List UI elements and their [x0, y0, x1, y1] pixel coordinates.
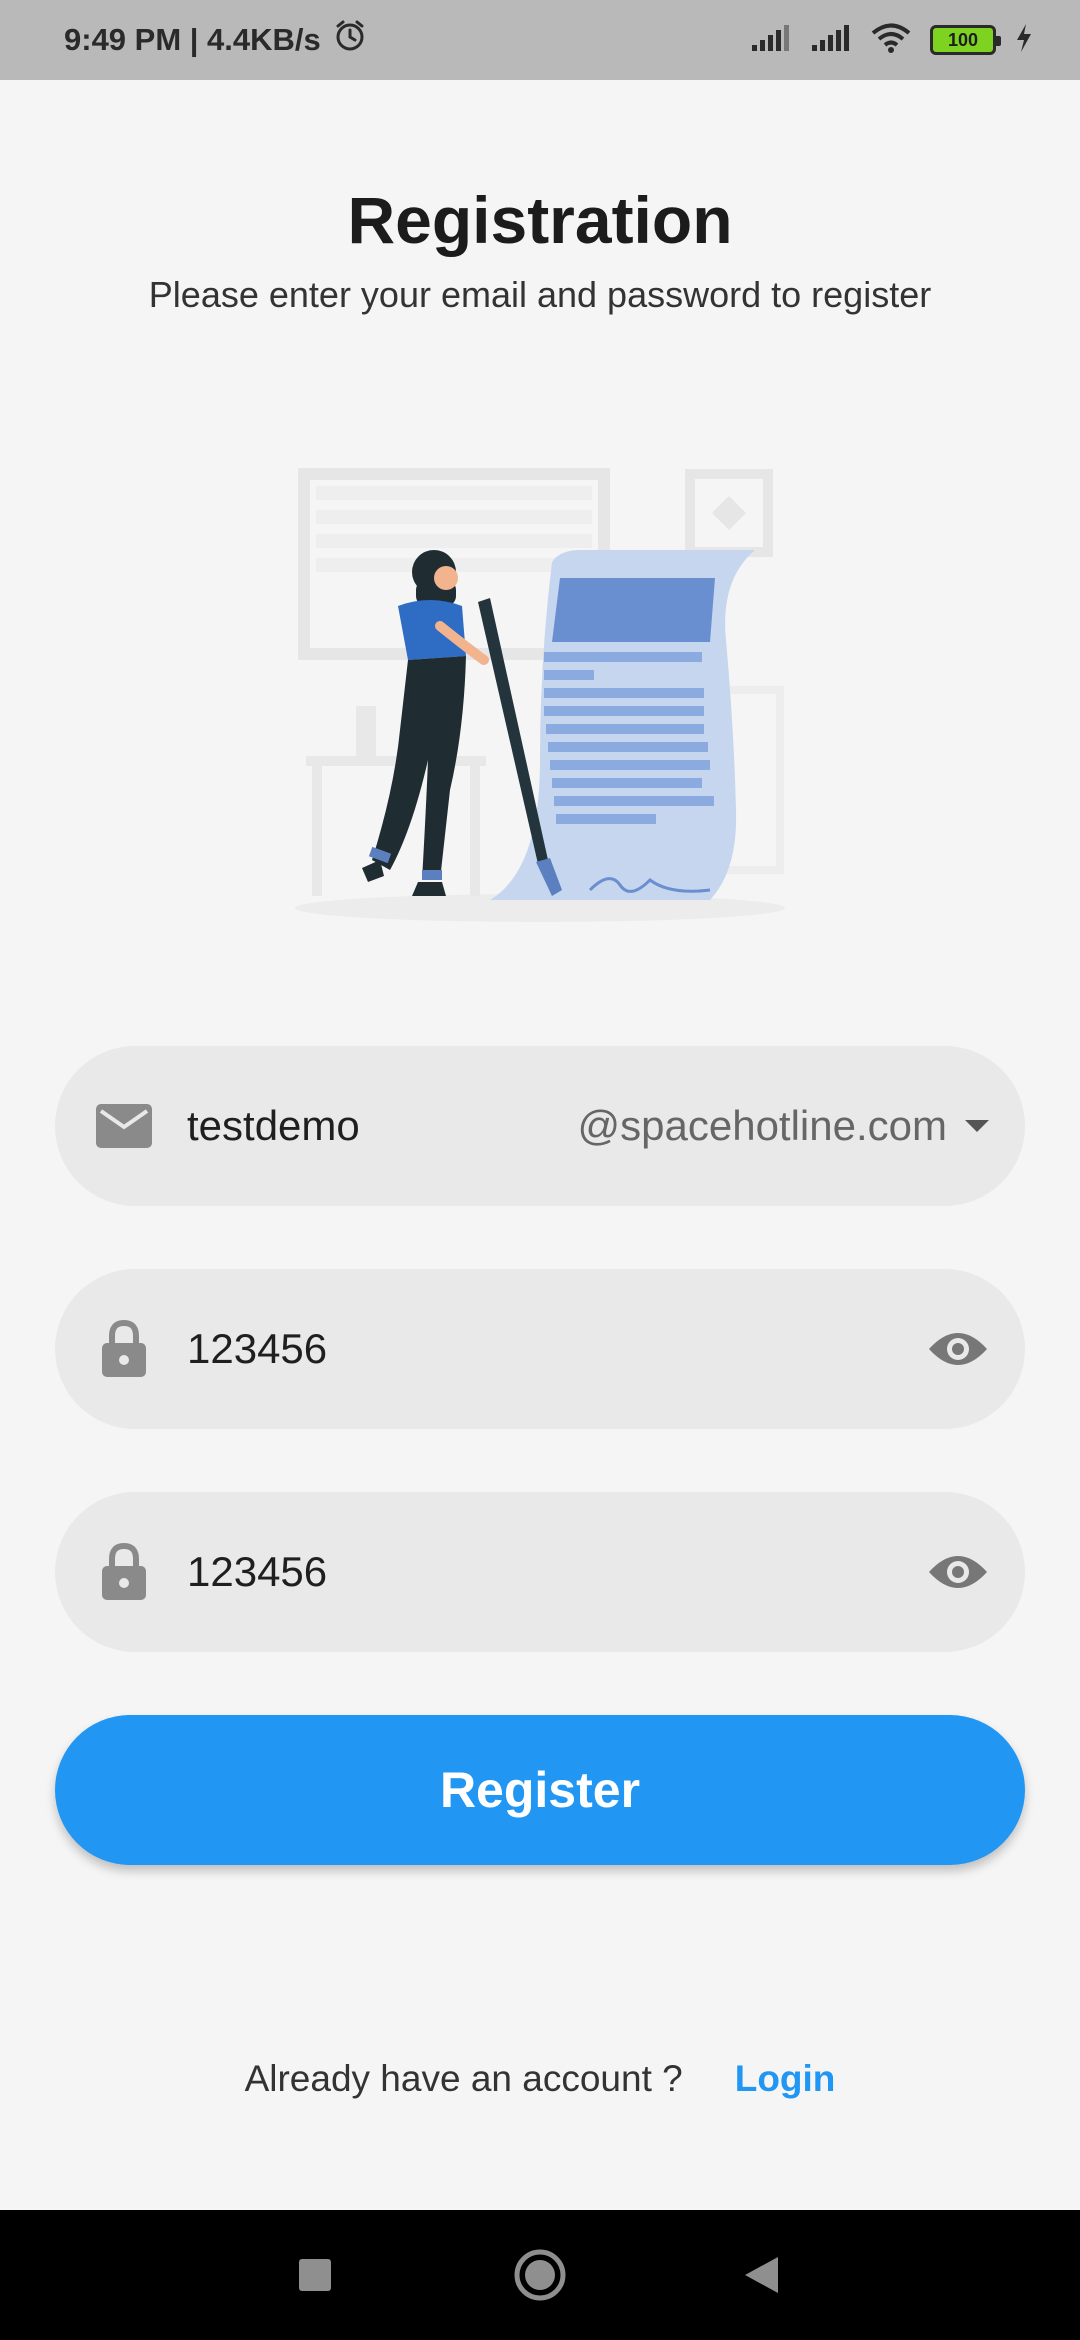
login-link[interactable]: Login [735, 2058, 836, 2100]
login-question: Already have an account ? [244, 2058, 683, 2099]
time-and-speed: 9:49 PM | 4.4KB/s [64, 22, 321, 57]
email-field[interactable]: testdemo @spacehotline.com [55, 1046, 1025, 1206]
signal-icon [810, 23, 852, 58]
registration-illustration [290, 430, 800, 930]
login-prompt: Already have an account ? Login [0, 2058, 1080, 2100]
status-left: 9:49 PM | 4.4KB/s [64, 19, 367, 61]
charging-icon [1014, 22, 1034, 59]
confirm-password-input[interactable]: 123456 [187, 1548, 327, 1596]
password-field[interactable]: 123456 [55, 1269, 1025, 1429]
page-subtitle: Please enter your email and password to … [148, 274, 932, 315]
signal-icon [750, 23, 792, 58]
alarm-icon [333, 19, 367, 61]
lock-icon [93, 1318, 155, 1380]
recents-icon[interactable] [298, 2258, 332, 2292]
battery-icon: 100 [930, 25, 1001, 55]
lock-icon [93, 1541, 155, 1603]
eye-icon[interactable] [923, 1314, 993, 1384]
home-icon[interactable] [513, 2248, 567, 2302]
password-input[interactable]: 123456 [187, 1325, 327, 1373]
page-title: Registration [347, 183, 733, 257]
status-right: 100 [750, 22, 1034, 59]
email-username-input[interactable]: testdemo [187, 1102, 360, 1150]
navigation-bar [0, 2210, 1080, 2340]
status-bar: 9:49 PM | 4.4KB/s 100 [0, 0, 1080, 80]
dropdown-arrow-icon[interactable] [959, 1108, 995, 1144]
confirm-password-field[interactable]: 123456 [55, 1492, 1025, 1652]
back-icon[interactable] [742, 2255, 780, 2295]
register-button[interactable]: Register [55, 1715, 1025, 1865]
wifi-icon [870, 22, 912, 59]
eye-icon[interactable] [923, 1537, 993, 1607]
email-domain-select[interactable]: @spacehotline.com [578, 1102, 948, 1150]
mail-icon [93, 1095, 155, 1157]
